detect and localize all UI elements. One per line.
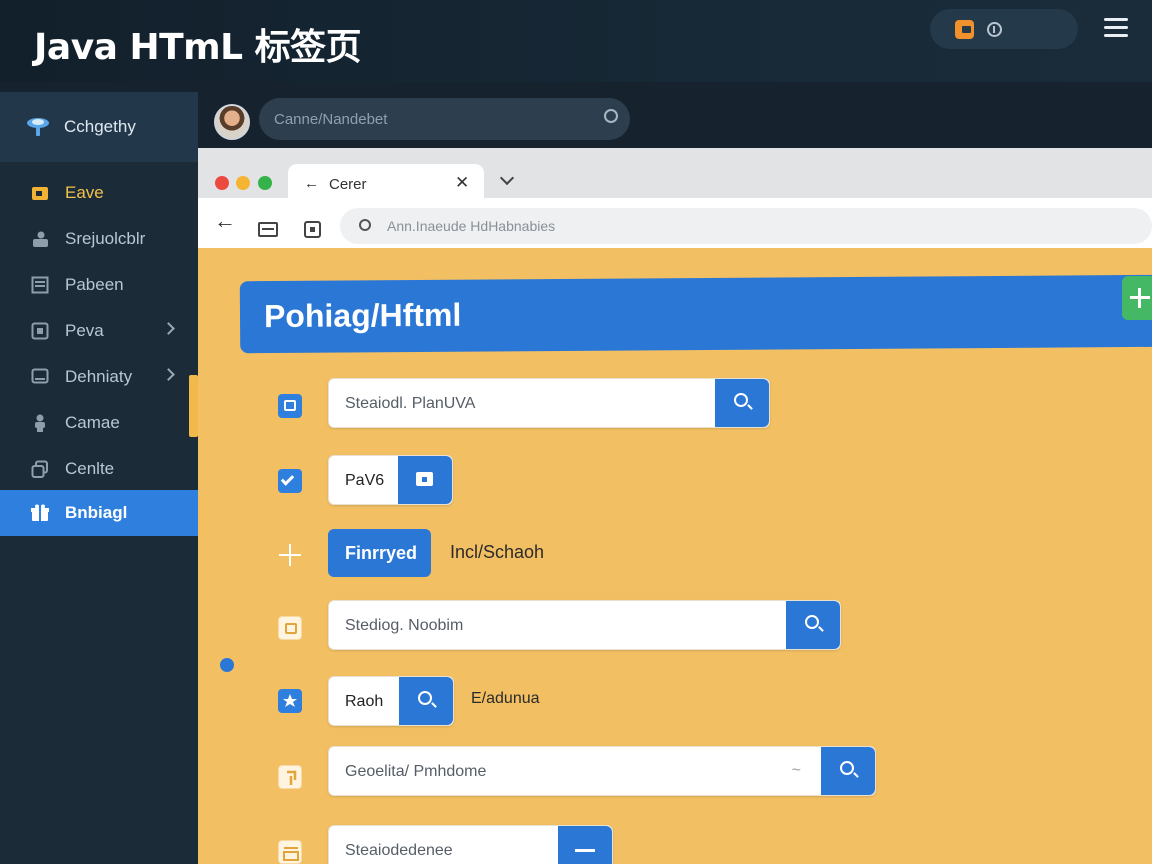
- search-field[interactable]: Steaiodl. PlanUVA: [328, 378, 770, 428]
- search-field[interactable]: Stediog. Noobim: [328, 600, 841, 650]
- sidebar-item-camae[interactable]: Camae: [0, 400, 198, 446]
- sidebar-item-label: Eave: [65, 183, 104, 202]
- top-search-input[interactable]: Canne/Nandebet: [259, 98, 630, 140]
- folder-field-value: PaV6: [345, 472, 385, 489]
- orange-folder-icon[interactable]: [955, 20, 974, 39]
- tab-close-icon[interactable]: ✕: [455, 173, 469, 193]
- search-field-value: Stediog. Noobim: [345, 617, 464, 634]
- sidebar: Cchgethy Eave Srejuolcblr Pabeen Peva De…: [0, 92, 198, 864]
- avatar[interactable]: [214, 104, 250, 140]
- tab-strip: ← Cerer ✕: [198, 148, 1152, 200]
- ufo-logo-icon: [27, 118, 49, 136]
- sidebar-category-label: Cchgethy: [64, 117, 136, 136]
- search-button[interactable]: [715, 379, 769, 427]
- star-badge-icon: [278, 689, 302, 713]
- person-icon: [35, 414, 45, 432]
- primary-action-button[interactable]: Finrryed: [328, 529, 431, 577]
- document-icon: [31, 276, 49, 294]
- hamburger-menu-icon[interactable]: [1104, 18, 1128, 38]
- user-icon: [33, 231, 48, 247]
- chevron-right-icon: [162, 322, 175, 335]
- search-icon: [359, 219, 371, 231]
- page-title: Pohiag/Hftml: [263, 296, 462, 335]
- header-action-pill[interactable]: [930, 9, 1078, 49]
- search-icon: [418, 691, 432, 705]
- tab-overview-icon[interactable]: [304, 221, 321, 238]
- page-banner: Pohiag/Hftml: [239, 274, 1152, 354]
- checkbox-checked-icon[interactable]: [278, 469, 302, 493]
- sidebar-header[interactable]: Cchgethy: [0, 92, 198, 162]
- minus-icon: [575, 849, 595, 852]
- search-icon: [840, 761, 854, 775]
- top-search-text: Canne/Nandebet: [274, 111, 388, 128]
- browser-tab[interactable]: ← Cerer ✕: [288, 164, 484, 200]
- plus-icon[interactable]: [279, 544, 301, 566]
- search-button[interactable]: [399, 677, 453, 725]
- gift-icon: [31, 504, 49, 521]
- sidebar-item-label: Dehniaty: [65, 367, 133, 386]
- maximize-window-button[interactable]: [258, 176, 272, 190]
- sidebar-item-dehniaty[interactable]: Dehniaty: [0, 354, 198, 400]
- monitor-icon: [31, 368, 49, 384]
- browser-toolbar: ← Ann.Inaeude HdHabnabies: [198, 198, 1152, 248]
- sidebar-item-label: Pabeen: [65, 275, 124, 294]
- light-box-icon: [278, 616, 302, 640]
- loading-wave-icon: ~: [791, 762, 801, 779]
- sidebar-item-label: Bnbiagl: [65, 503, 128, 522]
- chevron-down-icon[interactable]: [499, 170, 515, 186]
- tab-back-arrow-icon: ←: [304, 175, 319, 192]
- search-button[interactable]: [786, 601, 840, 649]
- info-icon[interactable]: [987, 22, 1002, 37]
- sidebar-item-label: Srejuolcblr: [65, 229, 146, 248]
- search-icon: [805, 615, 819, 629]
- sidebar-item-bnbiagl[interactable]: Bnbiagl: [0, 490, 198, 536]
- sidebar-toggle-icon[interactable]: [258, 222, 278, 237]
- active-section-marker: [189, 375, 198, 437]
- input-field-value: Steaiodedenee: [345, 842, 453, 859]
- minimize-window-button[interactable]: [236, 176, 250, 190]
- blue-box-icon: [278, 394, 302, 418]
- app-header: Java HTmL 标签页: [0, 0, 1152, 82]
- remove-button[interactable]: [558, 826, 612, 864]
- search-field[interactable]: Raoh: [328, 676, 454, 726]
- sidebar-item-eave[interactable]: Eave: [0, 170, 198, 216]
- folder-field[interactable]: PaV6: [328, 455, 453, 505]
- sidebar-item-cenlte[interactable]: Cenlte: [0, 446, 198, 492]
- primary-action-label: Finrryed: [345, 543, 418, 563]
- folder-icon: [416, 472, 433, 486]
- sidebar-item-srejuolcblr[interactable]: Srejuolcblr: [0, 216, 198, 262]
- refresh-icon[interactable]: [604, 109, 618, 123]
- row-side-text: E/adunua: [471, 690, 540, 707]
- back-arrow-icon[interactable]: ←: [214, 208, 236, 234]
- row-side-text: Incl/Schaoh: [450, 542, 545, 562]
- copy-icon: [31, 460, 48, 478]
- sidebar-item-label: Peva: [65, 321, 104, 340]
- status-dot: [220, 658, 234, 672]
- chevron-right-icon: [162, 368, 175, 381]
- search-field-value: Steaiodl. PlanUVA: [345, 395, 476, 412]
- sidebar-item-peva[interactable]: Peva: [0, 308, 198, 354]
- search-button[interactable]: [821, 747, 875, 795]
- sidebar-item-label: Camae: [65, 413, 120, 432]
- address-text: Ann.Inaeude HdHabnabies: [387, 218, 556, 234]
- search-field[interactable]: Geoelita/ Pmhdome ~: [328, 746, 876, 796]
- search-icon: [734, 393, 748, 407]
- close-window-button[interactable]: [215, 176, 229, 190]
- add-button[interactable]: [1122, 276, 1152, 320]
- light-arrow-icon: [278, 765, 302, 789]
- browser-window: ← Cerer ✕ ← Ann.Inaeude HdHabnabies Pohi…: [198, 148, 1152, 864]
- input-field[interactable]: Steaiodedenee: [328, 825, 613, 864]
- search-field-value: Raoh: [345, 693, 384, 710]
- sidebar-item-label: Cenlte: [65, 459, 115, 478]
- folder-icon: [32, 187, 48, 200]
- address-bar[interactable]: Ann.Inaeude HdHabnabies: [340, 208, 1152, 244]
- square-icon: [31, 322, 49, 340]
- folder-button[interactable]: [398, 456, 452, 504]
- search-field-value: Geoelita/ Pmhdome: [345, 763, 487, 780]
- tab-label: Cerer: [329, 176, 367, 193]
- app-title: Java HTmL 标签页: [34, 27, 362, 68]
- light-tray-icon: [278, 840, 302, 864]
- sidebar-item-pabeen[interactable]: Pabeen: [0, 262, 198, 308]
